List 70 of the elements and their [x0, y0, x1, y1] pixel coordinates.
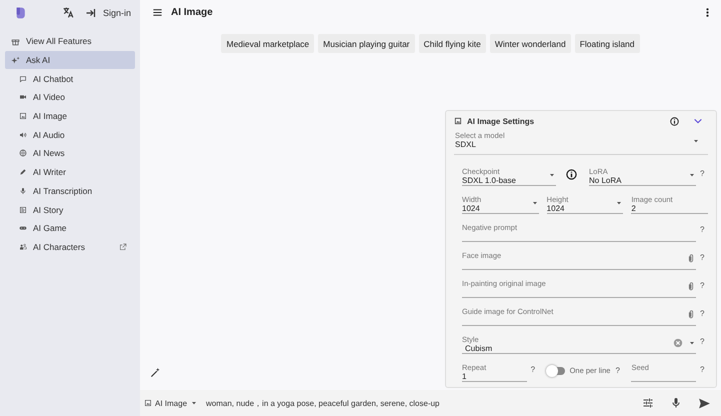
suggestion-chip[interactable]: Medieval marketplace [221, 34, 314, 53]
help-mark[interactable]: ? [700, 169, 708, 186]
sidebar-item[interactable]: Ask AI [5, 50, 135, 70]
translate-icon [62, 6, 75, 19]
field-value: 2 [631, 204, 637, 214]
suggestion-chip[interactable]: Winter wonderland [490, 34, 571, 53]
globe-icon [19, 149, 27, 158]
image-icon [19, 112, 27, 120]
field-value: SDXL [455, 140, 477, 150]
help-mark[interactable]: ? [700, 253, 708, 270]
book-icon [19, 206, 27, 214]
help-mark[interactable]: ? [615, 366, 624, 375]
field-value: No LoRA [589, 176, 622, 186]
translate-button[interactable] [62, 6, 75, 19]
gamepad-icon [19, 224, 27, 232]
speaker-icon [19, 130, 27, 139]
sidebar-item[interactable]: View All Features [5, 32, 135, 51]
pen-icon [19, 168, 27, 176]
login-icon [84, 6, 97, 18]
chevron-down-icon [693, 116, 703, 126]
sidebar-item[interactable]: AI Chatbot [5, 69, 135, 88]
menu-button[interactable] [152, 7, 163, 18]
field-value: Cubism [464, 344, 494, 354]
help-mark[interactable]: ? [700, 225, 708, 242]
menu-icon [152, 7, 163, 18]
mode-selector[interactable]: AI Image [144, 398, 198, 408]
sidebar-item[interactable]: AI Characters [5, 238, 135, 256]
field-value: 1024 [462, 204, 481, 214]
field-value: SDXL 1.0-base [462, 176, 517, 186]
field-value: 1024 [546, 204, 566, 214]
help-mark[interactable]: ? [530, 365, 539, 382]
gift-icon [11, 36, 20, 46]
suggestion-chip[interactable]: Floating island [574, 34, 640, 53]
suggestion-chip[interactable]: Child flying kite [418, 34, 486, 53]
magic-wand-icon [150, 367, 161, 378]
info-icon [670, 116, 679, 126]
people-icon [19, 242, 27, 251]
page-title: AI Image [171, 7, 213, 18]
sidebar-item[interactable]: AI Audio [5, 125, 135, 144]
sidebar-item[interactable]: AI Game [5, 218, 135, 238]
image-settings-icon [454, 117, 462, 125]
paperclip-icon [686, 281, 696, 292]
paperclip-icon [686, 253, 696, 264]
sparkle-icon [11, 56, 20, 65]
paperclip-icon [686, 309, 696, 320]
microphone-icon [670, 397, 682, 409]
collapse-button[interactable] [693, 116, 703, 126]
help-mark[interactable]: ? [700, 281, 708, 298]
sidebar-item[interactable]: AI News [5, 144, 135, 163]
speech-bubble-icon [19, 74, 27, 83]
help-mark[interactable]: ? [700, 309, 708, 326]
microphone-icon [19, 186, 27, 195]
sidebar-item[interactable]: AI Image [5, 106, 135, 126]
caret-icon [190, 399, 198, 407]
panel-title: AI Image Settings [467, 116, 534, 126]
sliders-icon [642, 397, 654, 409]
sign-in-button[interactable]: Sign-in [84, 6, 131, 18]
help-mark[interactable]: ? [700, 365, 708, 382]
field-value: 1 [462, 372, 468, 382]
sidebar-item[interactable]: AI Video [5, 88, 135, 107]
send-icon [698, 396, 711, 410]
help-mark[interactable]: ? [700, 337, 708, 354]
magic-wand-button[interactable] [150, 367, 161, 378]
suggestion-chip[interactable]: Musician playing guitar [318, 34, 415, 53]
toggle-switch[interactable] [546, 366, 565, 374]
sidebar-item[interactable]: AI Story [5, 200, 135, 219]
sidebar-item[interactable]: AI Transcription [5, 182, 135, 200]
video-camera-icon [19, 93, 27, 102]
sidebar-item[interactable]: AI Writer [5, 162, 135, 182]
image-icon [144, 399, 152, 407]
